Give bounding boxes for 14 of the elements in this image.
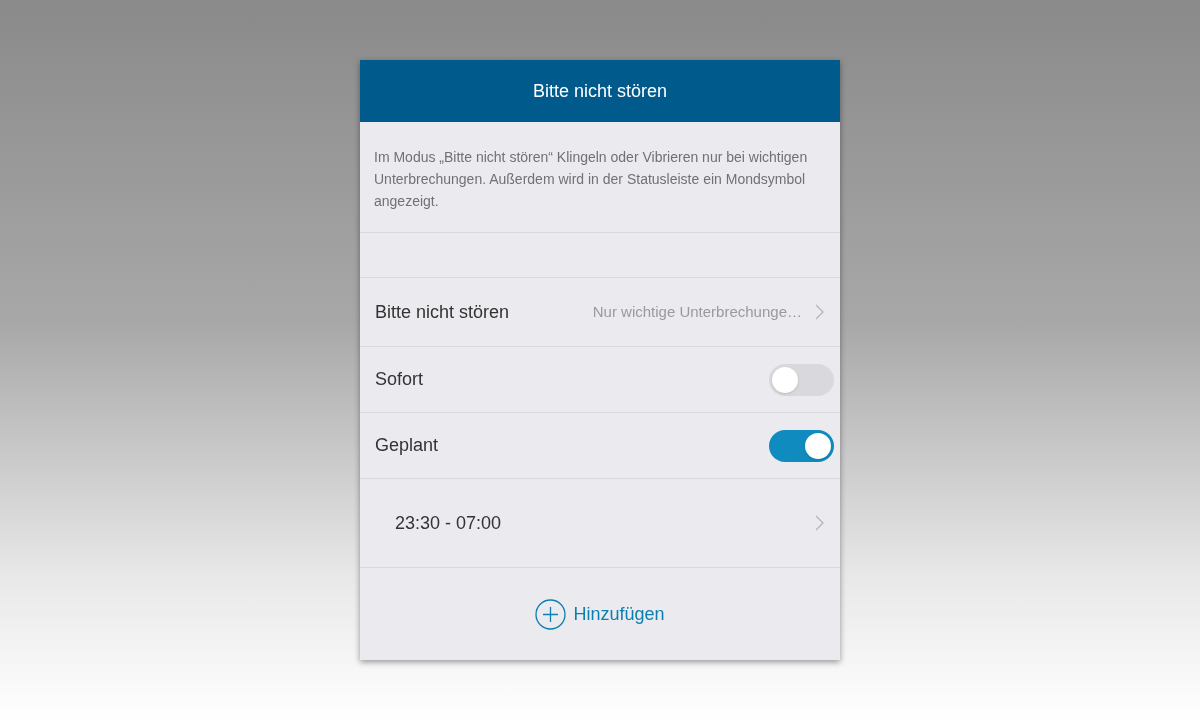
description-text: Im Modus „Bitte nicht stören“ Klingeln oder Vibrieren nur bei wichtigen Unterbrechungen. Außerdem wird in der Statusleiste ein Mondsymbol angezeigt. (374, 148, 809, 211)
setting-value: Nur wichtige Unterbrechunge… (592, 301, 802, 322)
plus-icon (535, 598, 567, 630)
chevron-icon (814, 515, 824, 531)
schedule-row[interactable]: 23:30 - 07:00 (360, 479, 840, 568)
setting-row[interactable]: Bitte nicht stören Nur wichtige Unterbrechunge… (360, 278, 840, 347)
setting-label: Sofort (375, 368, 424, 391)
toggle-switch[interactable] (769, 429, 834, 462)
add-button[interactable]: Hinzufügen (535, 598, 665, 630)
setting-label: Bitte nicht stören (375, 300, 510, 324)
header-title: Bitte nicht stören (532, 79, 668, 103)
toggle-switch[interactable] (769, 363, 834, 396)
chevron-icon (814, 304, 824, 320)
setting-label: Geplant (375, 434, 439, 457)
